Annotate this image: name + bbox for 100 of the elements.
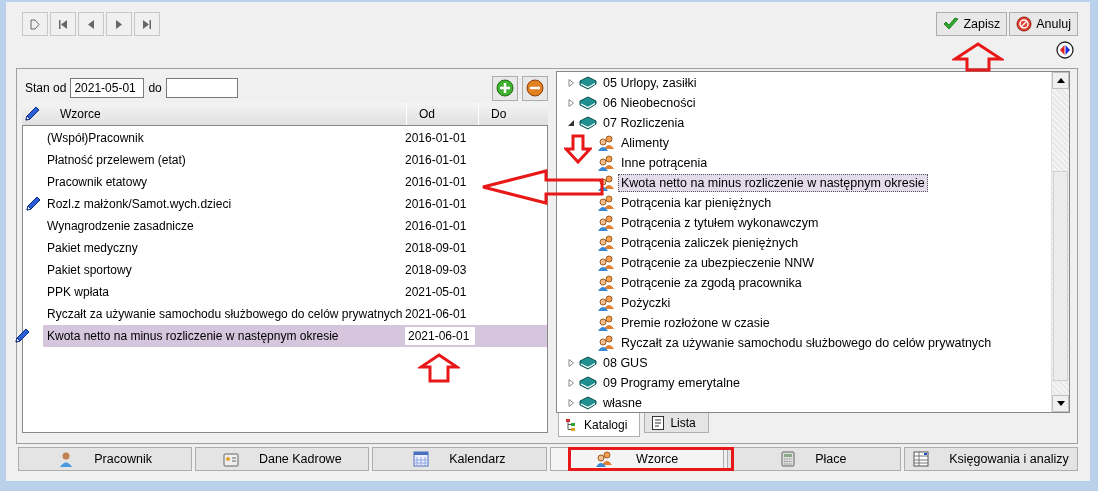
table-cell-text: Rozl.z małżonk/Samot.wych.dzieci <box>46 197 233 211</box>
book-icon <box>579 115 597 131</box>
id-card-icon <box>222 451 239 467</box>
tree-item[interactable]: Ryczałt za używanie samochodu służbowego do celów prywatnych <box>618 334 995 352</box>
book-icon <box>579 355 597 371</box>
next-record-icon <box>114 18 124 30</box>
people-icon <box>597 135 615 151</box>
new-record-icon <box>30 18 40 30</box>
add-button[interactable] <box>492 75 518 101</box>
last-record-button[interactable] <box>134 12 160 36</box>
ledger-icon <box>913 451 930 467</box>
module-tab[interactable]: Pracownik <box>18 447 193 471</box>
people-icon <box>597 275 615 291</box>
table-cell-text: 2016-01-01 <box>405 219 468 233</box>
expand-icon[interactable] <box>567 79 575 87</box>
table-cell-text: PPK wpłata <box>46 285 111 299</box>
previous-record-button[interactable] <box>78 12 104 36</box>
last-record-icon <box>142 18 152 30</box>
table-cell-text: Pakiet medyczny <box>46 241 139 255</box>
people-icon <box>594 451 613 467</box>
tree-item[interactable]: Pożyczki <box>618 294 674 312</box>
tree-item[interactable]: 09 Programy emerytalne <box>600 374 743 392</box>
calendar-icon <box>413 451 430 467</box>
tree-item[interactable]: Premie rozłożone w czasie <box>618 314 773 332</box>
table-cell-text: 2018-09-01 <box>405 241 468 255</box>
people-icon <box>597 295 615 311</box>
table-cell-text: Płatność przelewem (etat) <box>46 153 187 167</box>
table-cell-text: 2016-01-01 <box>405 131 468 145</box>
book-icon <box>579 95 597 111</box>
tree-item[interactable]: 08 GUS <box>600 354 651 372</box>
tree-item[interactable]: Inne potrącenia <box>618 154 711 172</box>
table-cell-text: 2018-09-03 <box>405 263 468 277</box>
table-cell-text: 2021-05-01 <box>405 285 468 299</box>
expand-icon[interactable] <box>567 359 575 367</box>
table-cell-text: 2016-01-01 <box>405 175 468 189</box>
module-tab[interactable]: Dane Kadrowe <box>195 447 370 471</box>
tree-item[interactable]: 05 Urlopy, zasiłki <box>600 74 700 92</box>
tree-item[interactable]: Kwota netto na minus rozliczenie w następnym okresie <box>618 174 928 192</box>
people-icon <box>597 315 615 331</box>
next-record-button[interactable] <box>106 12 132 36</box>
table-cell-text: 2016-01-01 <box>405 197 468 211</box>
tree-item[interactable]: 07 Rozliczenia <box>600 114 688 132</box>
people-icon <box>597 235 615 251</box>
collapse-icon[interactable] <box>567 119 575 127</box>
scroll-up-icon[interactable] <box>1056 78 1065 83</box>
tree-item[interactable]: Potrącenia kar pieniężnych <box>618 194 775 212</box>
book-icon <box>579 75 597 91</box>
pencil-icon <box>23 106 40 122</box>
first-record-icon <box>58 18 68 30</box>
date-to-label: do <box>148 81 162 95</box>
tree-item[interactable]: Alimenty <box>618 134 672 152</box>
table-cell-text: Wynagrodzenie zasadnicze <box>46 219 195 233</box>
expand-icon[interactable] <box>567 399 575 407</box>
people-icon <box>597 195 615 211</box>
column-header[interactable]: Wzorce <box>44 103 406 125</box>
expand-icon[interactable] <box>567 99 575 107</box>
person-icon <box>58 451 75 467</box>
book-icon <box>579 375 597 391</box>
tree-item[interactable]: Potrącenie za zgodą pracownika <box>618 274 805 292</box>
arrow-annotation <box>952 42 1004 72</box>
table-cell-text: Pakiet sportowy <box>46 263 133 277</box>
scroll-down-icon[interactable] <box>1056 401 1065 406</box>
table-cell-text: Kwota netto na minus rozliczenie w następnym okresie <box>46 329 340 343</box>
tree-item[interactable]: własne <box>600 394 645 412</box>
cancel-icon <box>1016 16 1033 32</box>
table-cell-text: Pracownik etatowy <box>46 175 149 189</box>
module-tab[interactable]: Płace <box>726 447 901 471</box>
tree-item[interactable]: Potrącenia z tytułem wykonawczym <box>618 214 822 232</box>
people-icon <box>597 215 615 231</box>
tab[interactable]: Katalogi <box>558 413 641 437</box>
table-cell-text: Ryczałt za używanie samochodu służbowego do celów prywatnych <box>46 307 404 321</box>
save-button[interactable]: Zapisz <box>936 12 1008 36</box>
tab[interactable]: Lista <box>644 413 709 433</box>
scrollbar[interactable] <box>1051 72 1069 412</box>
tree-item[interactable]: Potrącenia zaliczek pieniężnych <box>618 234 802 252</box>
checkmark-icon <box>943 17 960 31</box>
date-cell-editor[interactable]: 2021-06-01 <box>405 327 475 345</box>
expand-icon[interactable] <box>567 379 575 387</box>
tree-item[interactable]: Potrącenie za ubezpieczenie NNW <box>618 254 818 272</box>
previous-record-icon <box>86 18 96 30</box>
people-icon <box>597 255 615 271</box>
calculator-icon <box>781 451 796 467</box>
tree-item[interactable]: 06 Nieobecności <box>600 94 699 112</box>
minus-icon <box>526 79 544 97</box>
arrow-annotation <box>418 353 460 383</box>
date-to-field[interactable] <box>165 78 238 98</box>
date-from-field[interactable]: 2021-05-01 <box>70 78 145 98</box>
date-from-label: Stan od <box>25 81 67 95</box>
first-record-button[interactable] <box>50 12 76 36</box>
people-icon <box>597 175 615 191</box>
cancel-button[interactable]: Anuluj <box>1009 12 1078 36</box>
module-tab[interactable]: Księgowania i analizy <box>903 447 1079 471</box>
module-tab[interactable]: Kalendarz <box>372 447 547 471</box>
arrow-annotation <box>564 134 592 164</box>
people-icon <box>597 335 615 351</box>
list-icon <box>651 415 666 430</box>
toggle-icon[interactable] <box>1056 41 1074 59</box>
remove-button[interactable] <box>522 75 548 101</box>
people-icon <box>597 155 615 171</box>
table-cell-text: 2016-01-01 <box>405 153 468 167</box>
